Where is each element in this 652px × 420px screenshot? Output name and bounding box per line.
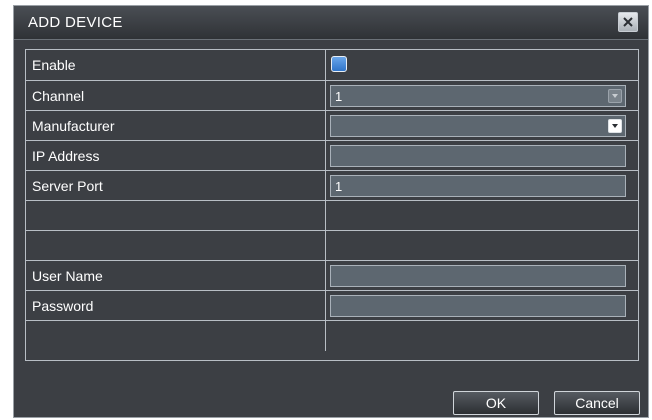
dialog-titlebar: ADD DEVICE	[14, 6, 648, 40]
enable-label: Enable	[32, 57, 76, 73]
dialog-title: ADD DEVICE	[28, 14, 123, 31]
close-button[interactable]	[618, 12, 638, 32]
password-input[interactable]	[330, 295, 626, 317]
chevron-down-icon	[608, 89, 622, 103]
server-port-row: Server Port 1	[26, 170, 638, 201]
ip-address-row: IP Address	[26, 140, 638, 171]
empty-row	[26, 320, 638, 351]
server-port-value: 1	[335, 179, 343, 194]
password-row: Password	[26, 290, 638, 321]
channel-label: Channel	[32, 88, 85, 104]
ip-address-label: IP Address	[32, 148, 100, 164]
user-name-input[interactable]	[330, 265, 626, 287]
channel-select[interactable]: 1	[330, 85, 626, 107]
enable-checkbox[interactable]	[331, 56, 347, 72]
cancel-button[interactable]: Cancel	[554, 391, 640, 415]
ip-address-input[interactable]	[330, 145, 626, 167]
ok-button[interactable]: OK	[453, 391, 539, 415]
user-name-row: User Name	[26, 260, 638, 291]
enable-row: Enable	[26, 50, 638, 80]
add-device-dialog: ADD DEVICE Enable Channel 1 Manufacturer…	[13, 5, 649, 418]
close-x-icon	[623, 17, 633, 27]
server-port-label: Server Port	[32, 178, 103, 194]
user-name-label: User Name	[32, 268, 103, 284]
server-port-input[interactable]: 1	[330, 175, 626, 197]
password-label: Password	[32, 298, 94, 314]
manufacturer-label: Manufacturer	[32, 118, 115, 134]
device-form-grid: Enable Channel 1 Manufacturer IP Address…	[25, 49, 639, 361]
manufacturer-row: Manufacturer	[26, 110, 638, 141]
chevron-down-icon	[608, 119, 622, 133]
channel-value: 1	[335, 89, 343, 104]
channel-row: Channel 1	[26, 80, 638, 111]
empty-row	[26, 200, 638, 231]
empty-row	[26, 230, 638, 261]
manufacturer-select[interactable]	[330, 115, 626, 137]
